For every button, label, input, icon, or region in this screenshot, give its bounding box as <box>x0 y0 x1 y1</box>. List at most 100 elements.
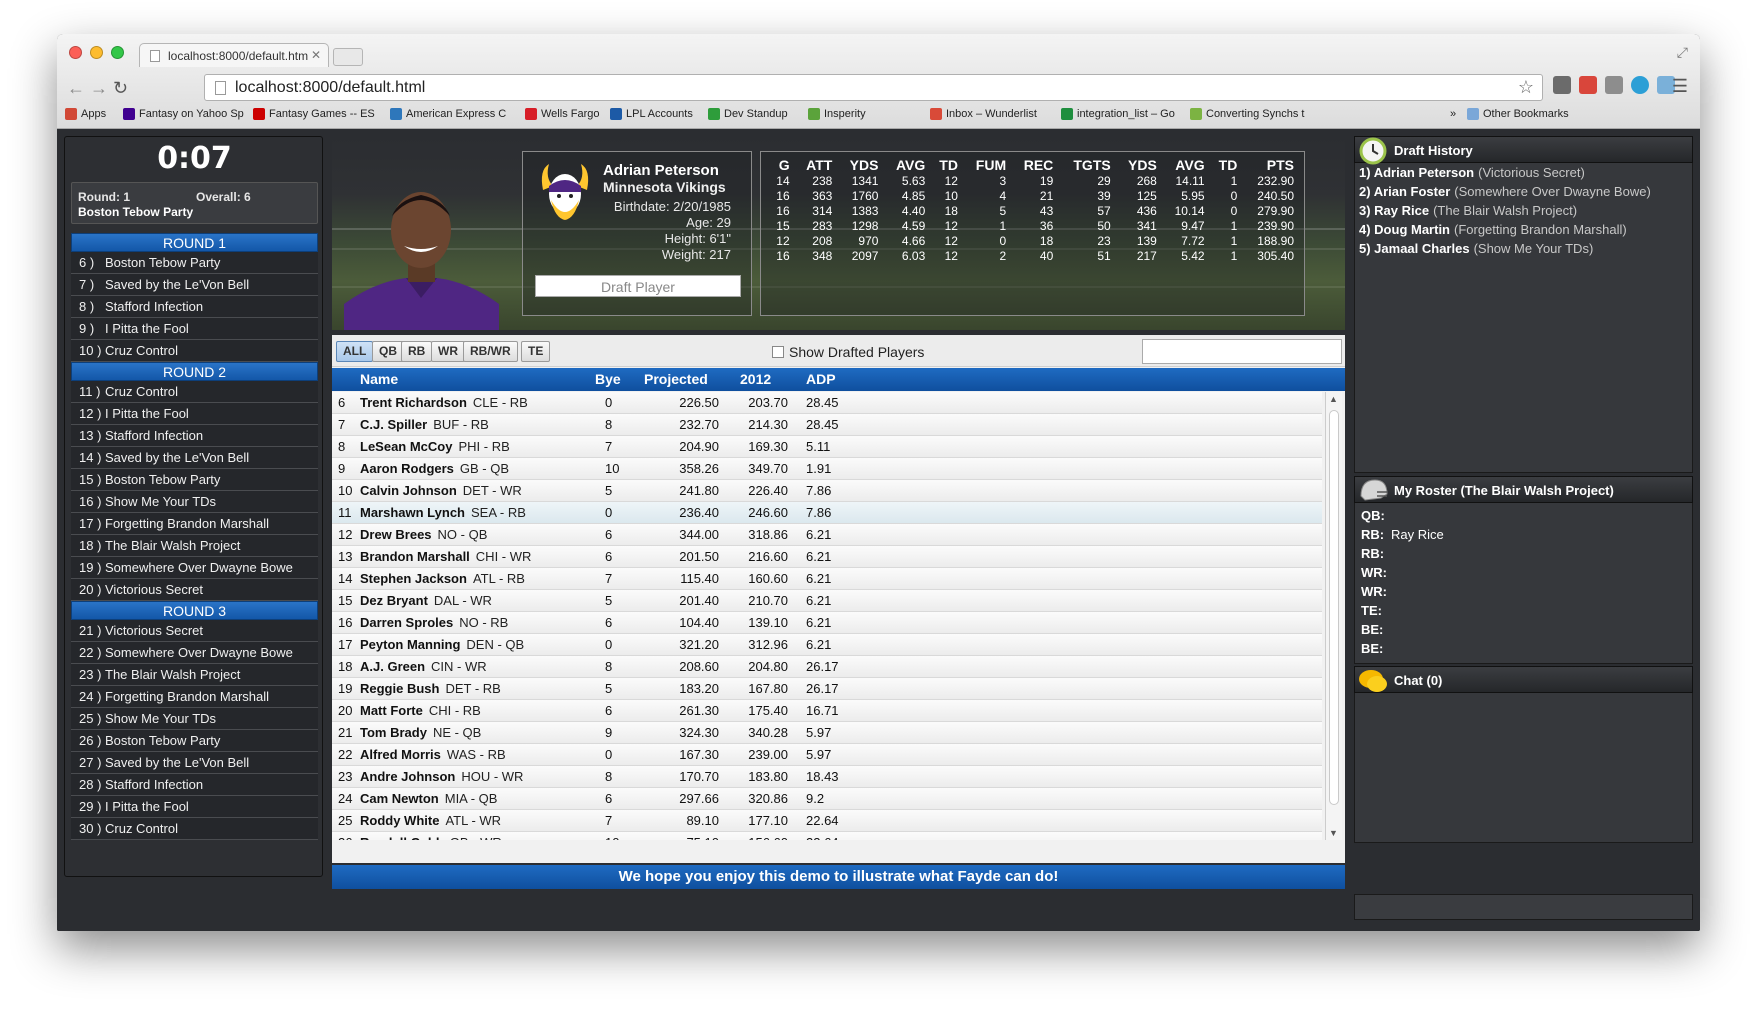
stat-cell: 7.72 <box>1181 234 1205 248</box>
scroll-up-icon[interactable]: ▲ <box>1329 394 1338 404</box>
back-arrow-icon[interactable]: ← <box>67 78 85 99</box>
stat-cell: 1383 <box>851 204 879 218</box>
bookmark-item[interactable]: Insperity <box>808 108 866 120</box>
player-row[interactable]: 16 Darren Sproles NO - RB 6 104.40 139.10 6.21 <box>332 612 1322 634</box>
player-height: Height: 6'1" <box>664 231 731 246</box>
reload-icon[interactable]: ↻ <box>113 78 128 99</box>
player-rank: 24 <box>338 791 353 806</box>
player-row[interactable]: 21 Tom Brady NE - QB 9 324.30 340.28 5.97 <box>332 722 1322 744</box>
fullscreen-icon[interactable]: ⤢ <box>1677 44 1688 61</box>
header-adp[interactable]: ADP <box>806 371 836 387</box>
filter-all-button[interactable]: ALL <box>336 341 374 362</box>
browser-chrome: localhost:8000/default.htm ✕ ⤢ ← → ↻ loc… <box>57 34 1700 129</box>
player-adp: 22.64 <box>806 832 839 840</box>
bookmark-item[interactable]: Wells Fargo <box>525 108 599 120</box>
wrench-icon[interactable] <box>1605 76 1623 94</box>
player-row[interactable]: 6 Trent Richardson CLE - RB 0 226.50 203.70 28… <box>332 392 1322 414</box>
bookmark-item[interactable]: Fantasy Games -- ES <box>253 108 375 120</box>
pick-team: Cruz Control <box>105 343 178 358</box>
search-input[interactable] <box>1142 339 1342 364</box>
filter-rbwr-button[interactable]: RB/WR <box>463 341 518 362</box>
page-icon <box>150 50 160 62</box>
history-team: (Victorious Secret) <box>1478 165 1585 180</box>
bookmark-item[interactable]: LPL Accounts <box>610 108 693 120</box>
player-row[interactable]: 26 Randall Cobb GB - WR 10 75.10 156.60 22.64 <box>332 832 1322 840</box>
stat-header: REC <box>1023 157 1054 173</box>
player-age: Age: 29 <box>686 215 731 230</box>
player-name: Matt Forte <box>360 703 423 718</box>
player-name-cell: Tom Brady NE - QB <box>360 722 481 744</box>
player-row[interactable]: 8 LeSean McCoy PHI - RB 7 204.90 169.30 5.11 <box>332 436 1322 458</box>
draft-app: 0:07 Round: 1 Overall: 6 Boston Tebow Pa… <box>57 130 1700 931</box>
show-drafted-checkbox[interactable] <box>772 346 784 358</box>
player-row[interactable]: 14 Stephen Jackson ATL - RB 7 115.40 160.60 6.… <box>332 568 1322 590</box>
header-projected[interactable]: Projected <box>644 371 708 387</box>
player-row[interactable]: 17 Peyton Manning DEN - QB 0 321.20 312.96 6.2… <box>332 634 1322 656</box>
address-bar[interactable]: localhost:8000/default.html ☆ <box>204 74 1543 101</box>
header-bye[interactable]: Bye <box>595 371 621 387</box>
bookmark-item[interactable]: Inbox – Wunderlist <box>930 108 1037 120</box>
header-name[interactable]: Name <box>360 371 398 387</box>
extension-icon[interactable] <box>1579 76 1597 94</box>
player-row[interactable]: 7 C.J. Spiller BUF - RB 8 232.70 214.30 28.45 <box>332 414 1322 436</box>
stat-cell: 14 <box>776 174 790 188</box>
bookmark-item[interactable]: Dev Standup <box>708 108 788 120</box>
player-name: Randall Cobb <box>360 835 444 840</box>
player-row[interactable]: 10 Calvin Johnson DET - WR 5 241.80 226.40 7.8… <box>332 480 1322 502</box>
draft-pick-row: 23 ) The Blair Walsh Project <box>71 664 318 686</box>
roster-position: BE: <box>1361 622 1384 637</box>
bookmark-star-icon[interactable]: ☆ <box>1518 77 1534 98</box>
list-scrollbar[interactable]: ▲ ▼ <box>1325 392 1342 840</box>
browser-tab[interactable]: localhost:8000/default.htm ✕ <box>139 43 329 67</box>
scroll-down-icon[interactable]: ▼ <box>1329 828 1338 838</box>
zoom-window-button[interactable] <box>111 46 124 59</box>
filter-qb-button[interactable]: QB <box>372 341 404 362</box>
show-drafted-toggle[interactable]: Show Drafted Players <box>772 344 924 360</box>
filter-te-button[interactable]: TE <box>521 341 551 362</box>
pick-team: Somewhere Over Dwayne Bowe <box>105 560 293 575</box>
header-2012[interactable]: 2012 <box>740 371 771 387</box>
browser-window: localhost:8000/default.htm ✕ ⤢ ← → ↻ loc… <box>57 34 1700 931</box>
player-row[interactable]: 12 Drew Brees NO - QB 6 344.00 318.86 6.21 <box>332 524 1322 546</box>
bookmark-item[interactable]: Apps <box>65 108 106 120</box>
new-tab-button[interactable] <box>333 48 363 66</box>
bookmark-item[interactable]: Converting Synchs t <box>1190 108 1304 120</box>
player-position: CIN - WR <box>431 659 487 674</box>
folder-icon <box>1467 108 1479 120</box>
close-tab-icon[interactable]: ✕ <box>311 48 321 62</box>
close-window-button[interactable] <box>69 46 82 59</box>
bookmark-item[interactable]: American Express C <box>390 108 506 120</box>
bookmark-item[interactable]: integration_list – Go <box>1061 108 1175 120</box>
player-row[interactable]: 18 A.J. Green CIN - WR 8 208.60 204.80 26.17 <box>332 656 1322 678</box>
draft-player-button[interactable]: Draft Player <box>535 275 741 297</box>
player-row[interactable]: 15 Dez Bryant DAL - WR 5 201.40 210.70 6.21 <box>332 590 1322 612</box>
player-row[interactable]: 19 Reggie Bush DET - RB 5 183.20 167.80 26.17 <box>332 678 1322 700</box>
player-row[interactable]: 25 Roddy White ATL - WR 7 89.10 177.10 22.64 <box>332 810 1322 832</box>
bookmark-item[interactable]: Fantasy on Yahoo Sp <box>123 108 244 120</box>
player-row[interactable]: 24 Cam Newton MIA - QB 6 297.66 320.86 9.2 <box>332 788 1322 810</box>
player-row[interactable]: 22 Alfred Morris WAS - RB 0 167.30 239.00 5.97 <box>332 744 1322 766</box>
bookmarks-overflow-icon[interactable]: » <box>1450 108 1456 120</box>
minimize-window-button[interactable] <box>90 46 103 59</box>
scroll-thumb[interactable] <box>1329 410 1339 805</box>
stat-header: TD <box>939 157 958 173</box>
menu-icon[interactable]: ☰ <box>1672 76 1688 97</box>
player-row[interactable]: 23 Andre Johnson HOU - WR 8 170.70 183.80 18.4… <box>332 766 1322 788</box>
other-bookmarks[interactable]: Other Bookmarks <box>1467 108 1569 120</box>
forward-arrow-icon[interactable]: → <box>90 78 108 99</box>
stat-cell: 12 <box>944 174 958 188</box>
player-row[interactable]: 13 Brandon Marshall CHI - WR 6 201.50 216.60 6… <box>332 546 1322 568</box>
draft-pick-row: 13 ) Stafford Infection <box>71 425 318 447</box>
extension-icon[interactable] <box>1631 76 1649 94</box>
history-team: (Forgetting Brandon Marshall) <box>1454 222 1627 237</box>
player-row[interactable]: 9 Aaron Rodgers GB - QB 10 358.26 349.70 1.91 <box>332 458 1322 480</box>
roster-position: RB: <box>1361 546 1385 561</box>
filter-rb-button[interactable]: RB <box>401 341 433 362</box>
extension-icon[interactable] <box>1553 76 1571 94</box>
filter-wr-button[interactable]: WR <box>431 341 465 362</box>
player-row[interactable]: 11 Marshawn Lynch SEA - RB 0 236.40 246.60 7.8… <box>332 502 1322 524</box>
chat-input[interactable] <box>1354 894 1693 920</box>
player-rank: 25 <box>338 813 353 828</box>
player-row[interactable]: 20 Matt Forte CHI - RB 6 261.30 175.40 16.71 <box>332 700 1322 722</box>
draft-history-list: 1) Adrian Peterson (Victorious Secret) 2) … <box>1354 163 1693 473</box>
